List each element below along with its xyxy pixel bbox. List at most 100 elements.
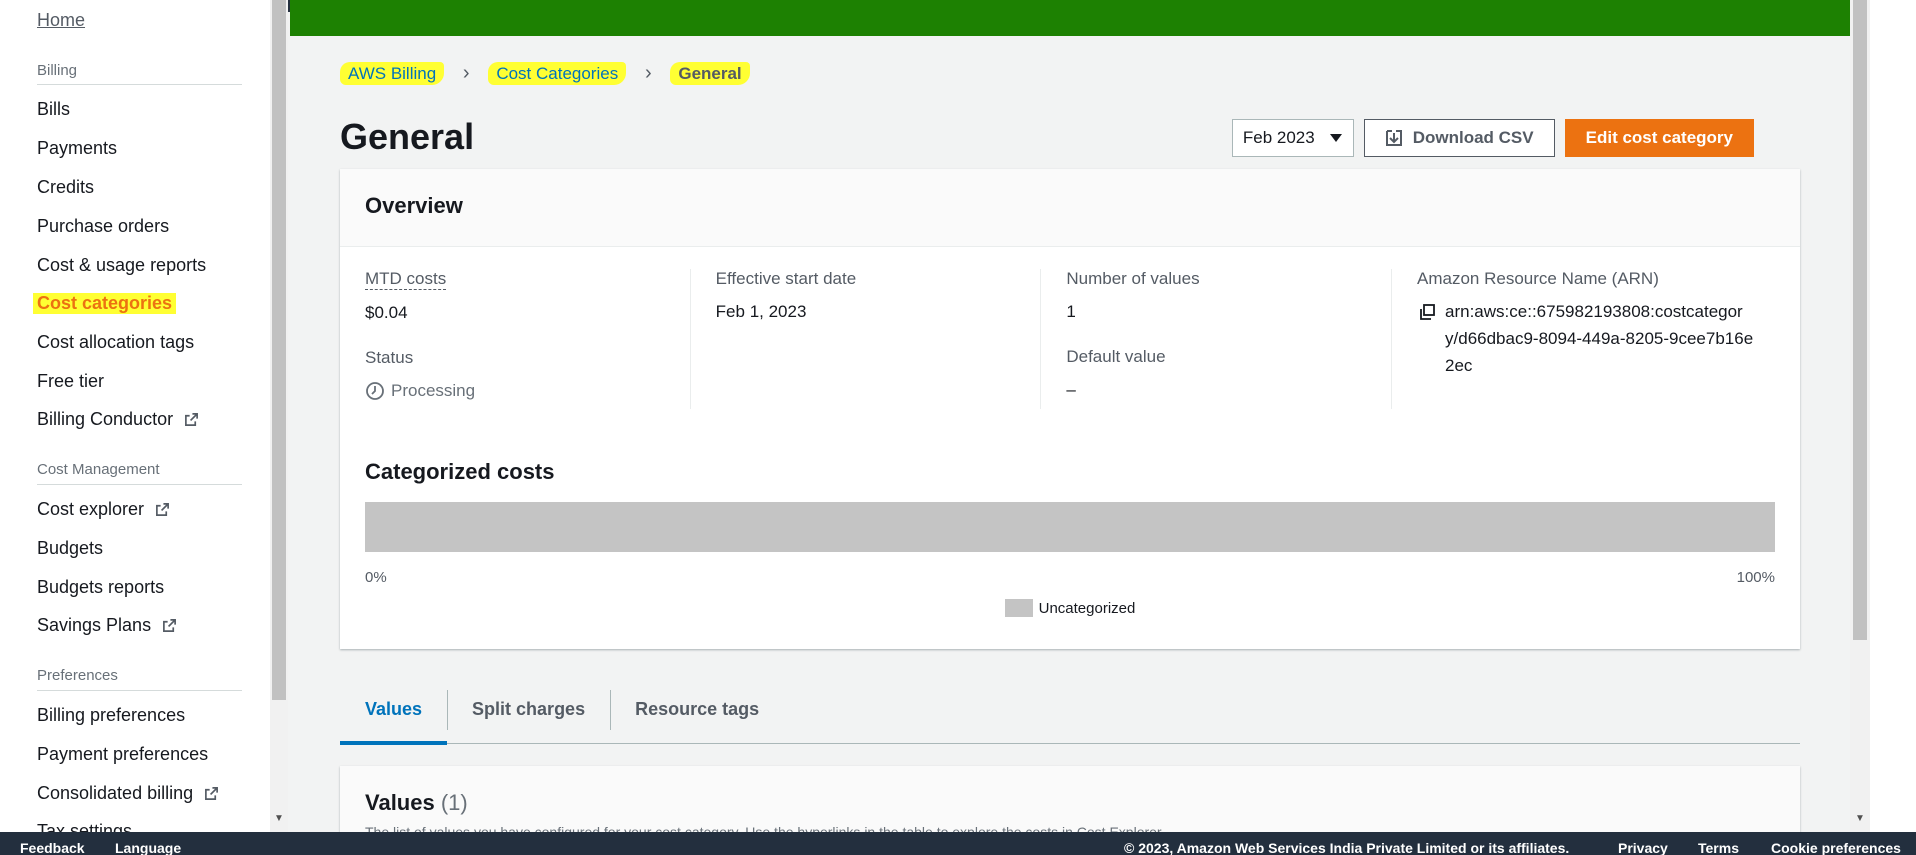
sidebar-item-payments[interactable]: Payments bbox=[37, 138, 117, 159]
legend-swatch bbox=[1004, 599, 1033, 617]
sidebar-item-budgets-reports[interactable]: Budgets reports bbox=[37, 577, 164, 598]
overview-column: Amazon Resource Name (ARN) arn:aws:ce::6… bbox=[1392, 269, 1775, 409]
page-title: General bbox=[340, 116, 475, 157]
scroll-down-arrow-icon[interactable]: ▼ bbox=[274, 813, 284, 824]
download-csv-label: Download CSV bbox=[1412, 128, 1534, 147]
overview-columns: MTD costs $0.04 Status Processing Effect… bbox=[365, 269, 1775, 409]
copyright-text: © 2023, Amazon Web Services India Privat… bbox=[1124, 840, 1570, 855]
sidebar-item-cost-usage-reports[interactable]: Cost & usage reports bbox=[37, 255, 206, 276]
external-link-icon bbox=[205, 787, 219, 800]
caret-down-icon bbox=[1329, 134, 1342, 142]
default-value-label: Default value bbox=[1066, 347, 1166, 366]
external-link-icon bbox=[185, 413, 199, 426]
sidebar-item-billing-conductor[interactable]: Billing Conductor bbox=[37, 409, 199, 430]
download-csv-button[interactable]: Download CSV bbox=[1363, 119, 1555, 157]
values-title: Values (1) bbox=[365, 790, 1775, 816]
sidebar-scrollbar[interactable]: ▼ bbox=[270, 0, 288, 832]
sidebar-item-label: Consolidated billing bbox=[37, 783, 194, 803]
scrollbar-thumb[interactable] bbox=[272, 0, 286, 700]
uncategorized-bar[interactable] bbox=[365, 502, 1775, 552]
terms-link[interactable]: Terms bbox=[1698, 840, 1739, 855]
sidebar-item-budgets[interactable]: Budgets bbox=[37, 538, 103, 559]
sidebar-item-consolidated-billing[interactable]: Consolidated billing bbox=[37, 783, 219, 804]
start-date-label: Effective start date bbox=[715, 269, 857, 288]
right-gutter bbox=[1870, 0, 1916, 832]
sidebar-item-label: Billing Conductor bbox=[37, 409, 174, 429]
scrollbar-thumb[interactable] bbox=[1853, 0, 1867, 640]
sidebar-divider bbox=[37, 484, 242, 485]
chevron-right-icon: › bbox=[462, 62, 470, 84]
status-text: Processing bbox=[391, 381, 476, 400]
sidebar-item-cost-allocation-tags[interactable]: Cost allocation tags bbox=[37, 332, 194, 353]
external-link-icon bbox=[156, 503, 170, 516]
sidebar-item-label: Cost explorer bbox=[37, 499, 145, 519]
external-link-icon bbox=[163, 619, 177, 632]
clock-icon bbox=[366, 381, 384, 400]
sidebar-item-credits[interactable]: Credits bbox=[37, 177, 94, 198]
sidebar-section-cost-management: Cost Management bbox=[37, 461, 160, 478]
sidebar-item-purchase-orders[interactable]: Purchase orders bbox=[37, 216, 169, 237]
sidebar-item-tax-settings[interactable]: Tax settings bbox=[37, 821, 132, 832]
sidebar-item-billing-preferences[interactable]: Billing preferences bbox=[37, 705, 185, 726]
sidebar-home-link[interactable]: Home bbox=[37, 10, 85, 31]
console-footer: Feedback Language © 2023, Amazon Web Ser… bbox=[0, 832, 1916, 855]
overview-title: Overview bbox=[340, 169, 1800, 247]
categorized-costs-title: Categorized costs bbox=[365, 459, 555, 484]
month-select[interactable]: Feb 2023 bbox=[1231, 119, 1354, 157]
sidebar-nav: Home Billing Bills Payments Credits Purc… bbox=[0, 0, 270, 832]
sidebar-item-cost-categories[interactable]: Cost categories bbox=[33, 293, 177, 314]
tab-values[interactable]: Values bbox=[340, 676, 448, 745]
tab-split-charges[interactable]: Split charges bbox=[447, 676, 610, 743]
edit-cost-category-button[interactable]: Edit cost category bbox=[1564, 119, 1754, 157]
chart-legend: Uncategorized bbox=[340, 599, 1800, 617]
chevron-right-icon: › bbox=[644, 62, 652, 84]
success-banner bbox=[290, 0, 1850, 36]
arn-text: arn:aws:ce::675982193808:costcategory/d6… bbox=[1445, 302, 1754, 375]
status-label: Status bbox=[365, 348, 414, 367]
main-content: AWS Billing › Cost Categories › General … bbox=[290, 36, 1850, 846]
sidebar-divider bbox=[37, 84, 242, 85]
sidebar-item-free-tier[interactable]: Free tier bbox=[37, 371, 104, 392]
tabs: Values Split charges Resource tags bbox=[340, 676, 1800, 745]
sidebar-item-payment-preferences[interactable]: Payment preferences bbox=[37, 744, 208, 765]
sidebar-item-cost-explorer[interactable]: Cost explorer bbox=[37, 499, 170, 520]
scroll-down-arrow-icon[interactable]: ▼ bbox=[1855, 813, 1865, 824]
mtd-costs-label[interactable]: MTD costs bbox=[365, 269, 447, 290]
arn-label: Amazon Resource Name (ARN) bbox=[1417, 269, 1659, 288]
mtd-costs-value: $0.04 bbox=[365, 303, 408, 322]
feedback-link[interactable]: Feedback bbox=[20, 840, 85, 855]
sidebar-item-savings-plans[interactable]: Savings Plans bbox=[37, 615, 177, 636]
status-value: Processing bbox=[365, 377, 670, 404]
download-icon bbox=[1385, 130, 1402, 146]
bar-max-label: 100% bbox=[1736, 569, 1775, 586]
breadcrumb-aws-billing[interactable]: AWS Billing bbox=[348, 64, 436, 83]
number-of-values-value: 1 bbox=[1066, 302, 1076, 321]
overview-column: Number of values 1 Default value – bbox=[1041, 269, 1393, 409]
main-scrollbar[interactable]: ▼ bbox=[1850, 0, 1870, 832]
overview-card: Overview MTD costs $0.04 Status Processi… bbox=[340, 169, 1800, 649]
arn-value: arn:aws:ce::675982193808:costcategory/d6… bbox=[1417, 298, 1755, 379]
privacy-link[interactable]: Privacy bbox=[1618, 840, 1668, 855]
default-value-value: – bbox=[1066, 380, 1076, 399]
tab-resource-tags[interactable]: Resource tags bbox=[610, 676, 784, 743]
breadcrumb-cost-categories[interactable]: Cost Categories bbox=[496, 64, 618, 83]
cookie-preferences-link[interactable]: Cookie preferences bbox=[1771, 840, 1901, 855]
language-link[interactable]: Language bbox=[115, 840, 181, 855]
sidebar-section-preferences: Preferences bbox=[37, 667, 118, 684]
header-actions: Feb 2023 Download CSV Edit cost category bbox=[1231, 119, 1754, 157]
month-select-value: Feb 2023 bbox=[1242, 128, 1315, 147]
legend-label: Uncategorized bbox=[1038, 599, 1136, 617]
sidebar-section-billing: Billing bbox=[37, 62, 78, 79]
values-count: (1) bbox=[440, 790, 468, 815]
copy-icon[interactable] bbox=[1417, 302, 1437, 322]
overview-column: MTD costs $0.04 Status Processing bbox=[365, 269, 691, 409]
start-date-value: Feb 1, 2023 bbox=[715, 302, 807, 321]
sidebar-divider bbox=[37, 690, 242, 691]
breadcrumb-current: General bbox=[678, 64, 742, 83]
overview-column: Effective start date Feb 1, 2023 bbox=[691, 269, 1042, 409]
values-title-text: Values bbox=[365, 790, 435, 815]
sidebar-item-bills[interactable]: Bills bbox=[37, 99, 70, 120]
bar-min-label: 0% bbox=[365, 569, 387, 586]
number-of-values-label: Number of values bbox=[1066, 269, 1200, 288]
sidebar-item-label: Savings Plans bbox=[37, 615, 152, 635]
